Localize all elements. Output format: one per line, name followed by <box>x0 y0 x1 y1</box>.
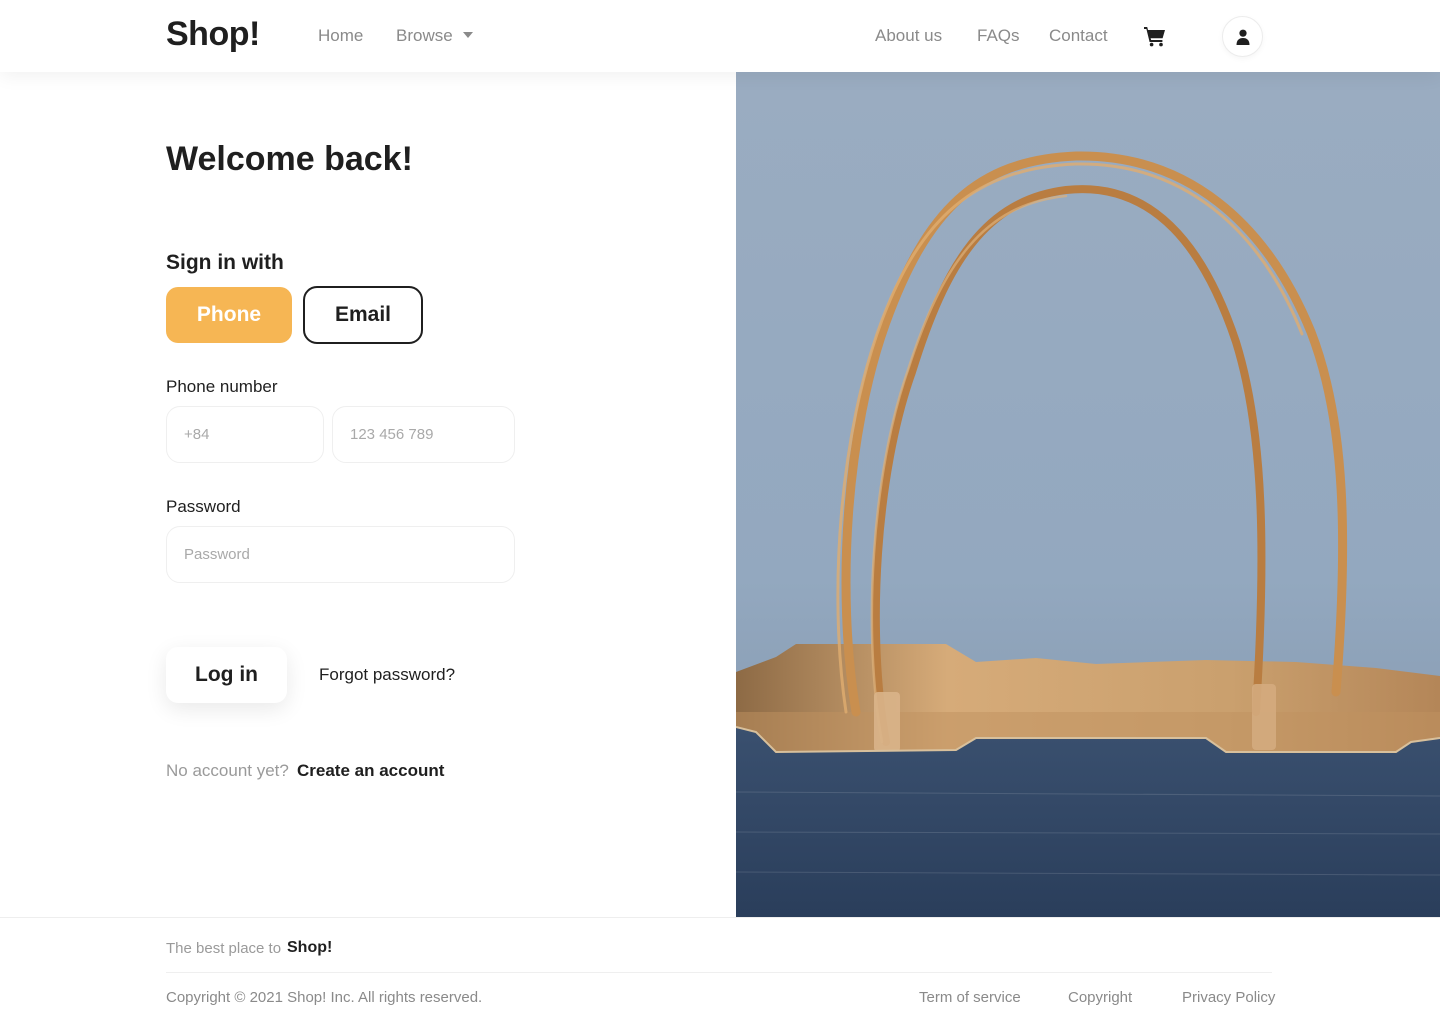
shopping-bag-photo <box>736 72 1440 917</box>
copyright-text: Copyright © 2021 Shop! Inc. All rights r… <box>166 989 483 1006</box>
footer-divider <box>166 972 1272 973</box>
top-navbar: Shop! Home Browse About us FAQs Contact <box>0 0 1440 72</box>
no-account-text: No account yet? <box>166 761 289 780</box>
nav-browse-dropdown[interactable]: Browse <box>396 26 473 46</box>
privacy-policy-link[interactable]: Privacy Policy <box>1182 989 1275 1006</box>
create-account-link[interactable]: Create an account <box>297 761 444 781</box>
footer: The best place to Shop! Copyright © 2021… <box>0 917 1440 1024</box>
hero-image <box>736 72 1440 917</box>
nav-about-link[interactable]: About us <box>875 26 942 46</box>
forgot-password-link[interactable]: Forgot password? <box>319 665 455 685</box>
nav-browse-label: Browse <box>396 26 453 45</box>
country-code-input[interactable] <box>166 406 324 463</box>
footer-brand[interactable]: Shop! <box>287 939 332 957</box>
caret-down-icon <box>462 32 473 38</box>
shopping-cart-icon <box>1144 27 1165 47</box>
nav-faqs-link[interactable]: FAQs <box>977 26 1020 46</box>
phone-number-input[interactable] <box>332 406 515 463</box>
login-button[interactable]: Log in <box>166 647 287 703</box>
phone-method-button[interactable]: Phone <box>166 287 292 343</box>
email-method-button[interactable]: Email <box>303 286 423 344</box>
nav-contact-link[interactable]: Contact <box>1049 26 1108 46</box>
cart-button[interactable] <box>1143 24 1167 48</box>
logo[interactable]: Shop! <box>166 15 260 54</box>
terms-of-service-link[interactable]: Term of service <box>919 989 1021 1006</box>
sign-in-with-label: Sign in with <box>166 251 284 274</box>
page-title: Welcome back! <box>166 140 413 178</box>
nav-home-link[interactable]: Home <box>318 26 363 46</box>
password-input[interactable] <box>166 526 515 583</box>
password-label: Password <box>166 497 241 516</box>
copyright-link[interactable]: Copyright <box>1068 989 1132 1006</box>
user-account-button[interactable] <box>1222 16 1263 57</box>
footer-tagline: The best place to <box>166 940 282 957</box>
phone-number-label: Phone number <box>166 377 278 396</box>
user-icon <box>1236 29 1249 45</box>
